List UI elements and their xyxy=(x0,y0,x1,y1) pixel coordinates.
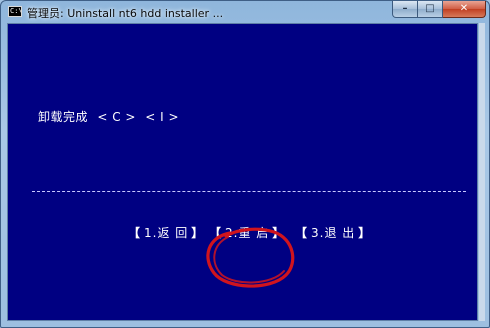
menu-item-label: 2.重 启 xyxy=(225,226,270,240)
console-area[interactable]: 卸载完成 < C > < I > 【1.返 回】 【2.重 启】 【3.退 出】 xyxy=(7,23,478,321)
bracket-open: 【 xyxy=(128,226,142,240)
bracket-open: 【 xyxy=(209,226,223,240)
window-title: 管理员: Uninstall nt6 hdd installer ... xyxy=(27,7,224,20)
window-controls: – □ ✕ xyxy=(392,1,486,19)
minimize-icon: – xyxy=(402,3,408,14)
close-icon: ✕ xyxy=(459,3,469,14)
bracket-close: 】 xyxy=(272,226,286,240)
bracket-close: 】 xyxy=(358,226,372,240)
title-bar[interactable]: C:\ 管理员: Uninstall nt6 hdd installer ...… xyxy=(1,1,490,23)
console-app-icon[interactable]: C:\ xyxy=(8,6,22,17)
close-button[interactable]: ✕ xyxy=(443,1,486,18)
status-text: 卸载完成 xyxy=(38,110,89,124)
bracket-close: 】 xyxy=(191,226,205,240)
minimize-button[interactable]: – xyxy=(392,1,418,18)
scrollbar[interactable] xyxy=(479,23,485,321)
menu-item-exit[interactable]: 【3.退 出】 xyxy=(292,224,374,241)
menu-item-label: 3.退 出 xyxy=(311,226,356,240)
status-token-c: < C > xyxy=(97,110,136,124)
menu-item-label: 1.返 回 xyxy=(144,226,189,240)
menu-item-back[interactable]: 【1.返 回】 xyxy=(125,224,207,241)
maximize-button[interactable]: □ xyxy=(418,1,443,18)
status-line: 卸载完成 < C > < I > xyxy=(38,108,184,125)
console-window: C:\ 管理员: Uninstall nt6 hdd installer ...… xyxy=(0,0,490,328)
maximize-icon: □ xyxy=(425,3,435,14)
status-token-i: < I > xyxy=(145,110,180,124)
menu-item-restart[interactable]: 【2.重 启】 xyxy=(206,224,288,241)
divider xyxy=(32,191,466,192)
bracket-open: 【 xyxy=(295,226,309,240)
